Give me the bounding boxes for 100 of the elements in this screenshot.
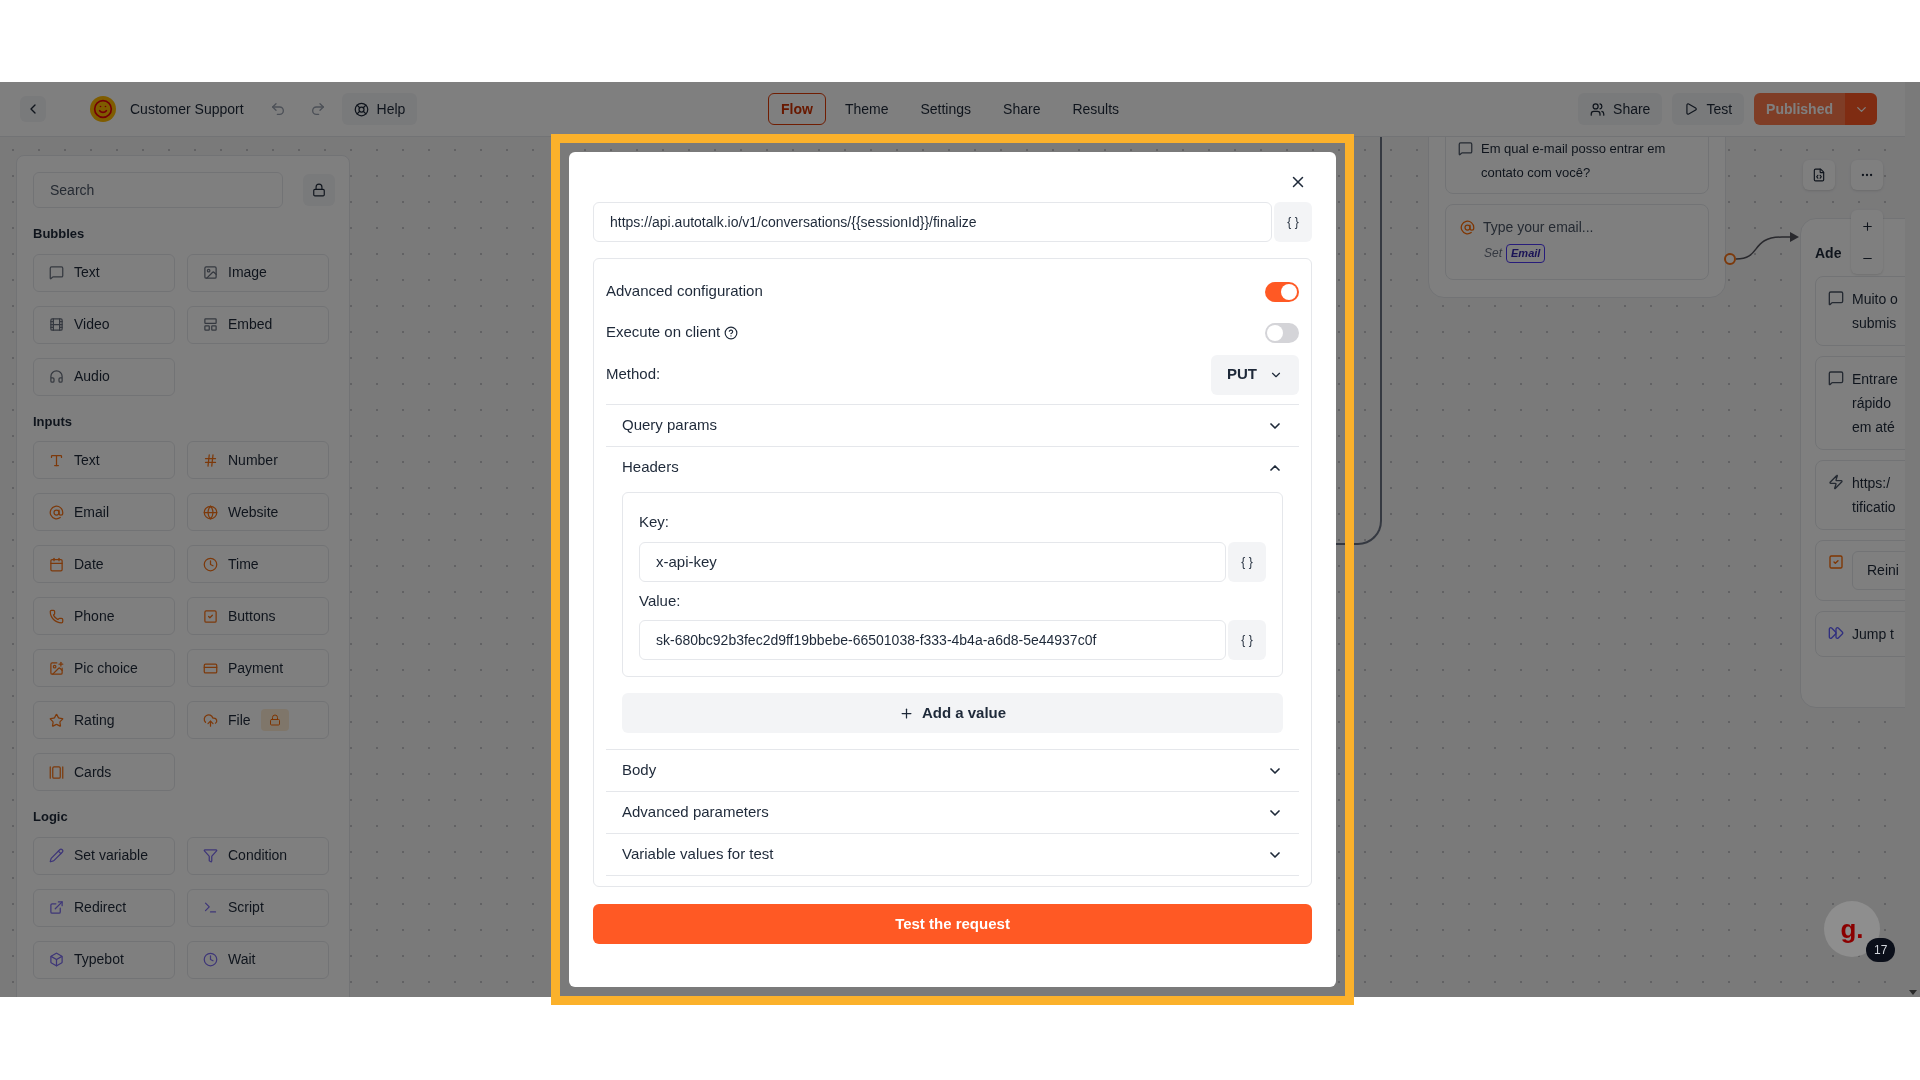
fast-forward-icon xyxy=(1828,625,1844,641)
block-item[interactable]: Number xyxy=(187,441,329,479)
block-item[interactable]: Script xyxy=(187,888,329,927)
cards-icon xyxy=(49,764,64,780)
toggle-switch[interactable] xyxy=(1265,281,1299,302)
zoom-in-icon[interactable] xyxy=(1860,219,1874,233)
key-label: Key: xyxy=(639,512,670,532)
add-value-button[interactable]: Add a value xyxy=(622,693,1283,733)
nav-tab[interactable]: Theme xyxy=(831,93,902,125)
lock-button[interactable] xyxy=(303,174,335,206)
help-button[interactable]: Help xyxy=(341,93,418,125)
undo-icon[interactable] xyxy=(269,101,286,117)
globe-icon xyxy=(203,504,218,520)
url-input-field[interactable]: https://api.autotalk.io/v1/conversations/{{sessionId}}/finalize xyxy=(593,202,1272,242)
clock-icon xyxy=(203,556,218,572)
block-item[interactable]: Phone xyxy=(33,597,175,635)
block-item[interactable]: File xyxy=(187,701,329,739)
emoji-avatar-icon xyxy=(90,96,116,122)
block-item[interactable]: Website xyxy=(187,493,329,531)
variable-button[interactable]: { } xyxy=(1274,202,1312,242)
variable-button[interactable]: { } xyxy=(1228,541,1266,582)
pencil-icon xyxy=(49,848,64,863)
block-item[interactable]: Redirect xyxy=(33,888,175,927)
share-button[interactable]: Share xyxy=(1578,93,1663,125)
upload-cloud-icon xyxy=(203,712,218,728)
section-heading: Bubbles xyxy=(33,225,86,243)
publish-menu-button[interactable] xyxy=(1845,93,1877,125)
block-item[interactable]: Set variable xyxy=(33,836,175,875)
code-file-button[interactable] xyxy=(1803,160,1835,190)
section-heading: Inputs xyxy=(33,412,73,431)
accordion-header[interactable]: Advanced parameters xyxy=(606,792,1299,833)
terminal-icon xyxy=(203,900,218,915)
nav-tab[interactable]: Results xyxy=(1059,93,1133,125)
variable-button[interactable]: { } xyxy=(1228,620,1266,660)
key-input-field[interactable]: x-api-key xyxy=(639,541,1226,582)
block-item[interactable]: Email xyxy=(33,493,175,531)
accordion-header[interactable]: Query params xyxy=(606,405,1299,446)
bubble-text: Em qual e-mail posso entrar em contato com você? xyxy=(1481,140,1667,182)
accordion-header[interactable]: Variable values for test xyxy=(606,834,1299,875)
clock-icon xyxy=(203,952,218,967)
project-name: Customer Support xyxy=(130,99,244,119)
filter-icon xyxy=(203,848,218,863)
block-item[interactable]: Text xyxy=(33,253,175,292)
test-button[interactable]: Test xyxy=(1672,93,1745,125)
block-item[interactable]: Condition xyxy=(187,836,329,875)
layout-icon xyxy=(203,317,218,332)
block-item[interactable]: Buttons xyxy=(187,597,329,635)
redo-icon[interactable] xyxy=(309,101,326,117)
nav-tab[interactable]: Share xyxy=(990,93,1054,125)
lifebuoy-icon xyxy=(353,101,369,117)
nav-tab[interactable]: Flow xyxy=(768,93,826,125)
block-item[interactable]: Text xyxy=(33,441,175,479)
headphones-icon xyxy=(49,369,64,384)
phone-icon xyxy=(49,608,64,624)
method-label: Method: xyxy=(606,364,661,385)
block-text: https:/ tificatio xyxy=(1852,474,1896,517)
block-item[interactable]: Embed xyxy=(187,305,329,344)
image-icon xyxy=(203,265,218,280)
external-link-icon xyxy=(49,900,64,915)
set-label: Set xyxy=(1484,245,1502,263)
block-item[interactable]: Date xyxy=(33,545,175,583)
value-input-field[interactable]: sk-680bc92b3fec2d9ff19bbebe-66501038-f333-4b4a-a6d8-5e44937c0f xyxy=(639,620,1226,660)
plus-icon xyxy=(898,705,914,721)
block-item[interactable]: Image xyxy=(187,253,329,292)
star-icon xyxy=(49,712,64,728)
back-button[interactable] xyxy=(20,96,46,122)
block-item[interactable]: Rating xyxy=(33,701,175,739)
block-item[interactable]: Time xyxy=(187,545,329,583)
block-item[interactable]: Audio xyxy=(33,357,175,396)
checkbox-icon xyxy=(1828,554,1844,570)
toggle-label: Advanced configuration xyxy=(606,281,763,302)
users-icon xyxy=(1590,101,1606,117)
letter-t-icon xyxy=(49,452,64,468)
test-request-button[interactable]: Test the request xyxy=(593,904,1312,944)
lightning-icon xyxy=(1828,474,1844,490)
block-item[interactable]: Video xyxy=(33,305,175,344)
block-item[interactable]: Pic choice xyxy=(33,649,175,687)
block-item[interactable]: Typebot xyxy=(33,940,175,979)
section-heading: Logic xyxy=(33,808,69,826)
image-icon xyxy=(49,660,64,676)
accordion-header[interactable]: Body xyxy=(606,750,1299,791)
cube-icon xyxy=(49,952,64,967)
search-field[interactable]: Search xyxy=(33,172,283,208)
nav-tab[interactable]: Settings xyxy=(907,93,985,125)
block-item[interactable]: Payment xyxy=(187,649,329,687)
accordion-header[interactable]: Headers xyxy=(606,447,1299,488)
speech-bubble-icon xyxy=(1828,290,1844,306)
toggle-switch[interactable] xyxy=(1265,322,1299,343)
chat-logo: g. xyxy=(1840,916,1864,942)
calendar-icon xyxy=(49,556,64,572)
block-item[interactable]: Wait xyxy=(187,940,329,979)
speech-bubble-icon xyxy=(1828,370,1844,386)
method-select[interactable]: PUT xyxy=(1211,354,1299,395)
block-item[interactable]: Cards xyxy=(33,753,175,791)
checkbox-icon xyxy=(203,608,218,624)
block-text: Jump t xyxy=(1852,625,1894,644)
input-placeholder-text: Type your email... xyxy=(1483,218,1594,237)
block-text: Entrare rápido em até xyxy=(1852,370,1898,437)
film-icon xyxy=(49,317,64,332)
lock-icon xyxy=(312,183,326,197)
